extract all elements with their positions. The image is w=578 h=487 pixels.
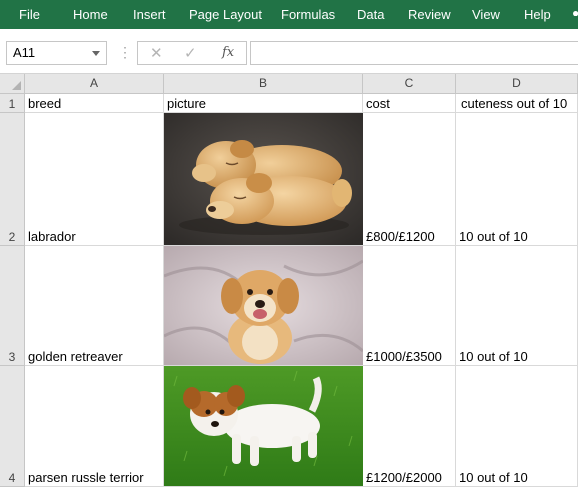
cell-a2[interactable]: labrador bbox=[25, 113, 164, 246]
cell-c3[interactable]: £1000/£3500 bbox=[363, 246, 456, 366]
cell-c2[interactable]: £800/£1200 bbox=[363, 113, 456, 246]
menu-insert[interactable]: Insert bbox=[133, 0, 166, 29]
cell-c1[interactable]: cost bbox=[363, 94, 456, 113]
cell-d3[interactable]: 10 out of 10 bbox=[456, 246, 578, 366]
menu-formulas[interactable]: Formulas bbox=[281, 0, 335, 29]
row-number: 1 bbox=[8, 97, 16, 111]
name-box-value: A11 bbox=[13, 45, 36, 60]
cell-a4[interactable]: parsen russle terrior bbox=[25, 366, 164, 487]
menu-home[interactable]: Home bbox=[73, 0, 108, 29]
row-header-2[interactable]: 2 bbox=[0, 113, 25, 246]
cell-a1[interactable]: breed bbox=[25, 94, 164, 113]
row-header-3[interactable]: 3 bbox=[0, 246, 25, 366]
cell-text: 10 out of 10 bbox=[459, 349, 528, 364]
cell-d2[interactable]: 10 out of 10 bbox=[456, 113, 578, 246]
golden-retriever-puppy-image[interactable] bbox=[164, 246, 363, 365]
cell-b1[interactable]: picture bbox=[164, 94, 363, 113]
cell-text: cost bbox=[366, 96, 390, 111]
name-box[interactable]: A11 bbox=[6, 41, 107, 65]
cell-text: picture bbox=[167, 96, 207, 111]
menu-data[interactable]: Data bbox=[357, 0, 384, 29]
column-header-a[interactable]: A bbox=[25, 74, 164, 94]
cell-text: golden retreaver bbox=[28, 349, 123, 364]
cell-d1[interactable]: cuteness out of 10 bbox=[456, 94, 578, 113]
menu-page-layout[interactable]: Page Layout bbox=[189, 0, 262, 29]
cell-text: cuteness out of 10 bbox=[461, 96, 568, 111]
cell-text: £1000/£3500 bbox=[366, 349, 442, 364]
row-header-1[interactable]: 1 bbox=[0, 94, 25, 113]
enter-check-icon[interactable]: ✓ bbox=[184, 44, 197, 62]
row-number: 4 bbox=[8, 471, 16, 485]
insert-function-icon[interactable]: fx bbox=[222, 45, 234, 60]
terrier-puppy-image[interactable] bbox=[164, 366, 363, 486]
menu-view[interactable]: View bbox=[472, 0, 500, 29]
menu-file[interactable]: File bbox=[19, 0, 40, 29]
row-header-4[interactable]: 4 bbox=[0, 366, 25, 487]
cell-a3[interactable]: golden retreaver bbox=[25, 246, 164, 366]
formula-bar: A11 ⋮ ✕ ✓ fx bbox=[0, 29, 578, 74]
row-number: 2 bbox=[8, 230, 16, 244]
drag-handle-icon[interactable]: ⋮ bbox=[118, 44, 132, 60]
select-all-triangle-icon bbox=[12, 81, 21, 90]
lightbulb-icon[interactable]: ● bbox=[572, 6, 578, 16]
cell-text: labrador bbox=[28, 229, 76, 244]
labrador-puppies-image[interactable] bbox=[164, 113, 363, 245]
cell-c4[interactable]: £1200/£2000 bbox=[363, 366, 456, 487]
cell-text: parsen russle terrior bbox=[28, 470, 144, 485]
cell-text: £1200/£2000 bbox=[366, 470, 442, 485]
ribbon-menu-bar: File Home Insert Page Layout Formulas Da… bbox=[0, 0, 578, 29]
cell-text: breed bbox=[28, 96, 62, 111]
formula-buttons: ✕ ✓ fx bbox=[137, 41, 247, 65]
column-header-c[interactable]: C bbox=[363, 74, 456, 94]
column-header-d[interactable]: D bbox=[456, 74, 578, 94]
menu-help[interactable]: Help bbox=[524, 0, 551, 29]
row-number: 3 bbox=[8, 350, 16, 364]
select-all-button[interactable] bbox=[0, 74, 25, 94]
chevron-down-icon[interactable] bbox=[92, 51, 100, 56]
cell-text: £800/£1200 bbox=[366, 229, 435, 244]
menu-review[interactable]: Review bbox=[408, 0, 451, 29]
cell-text: 10 out of 10 bbox=[459, 470, 528, 485]
column-header-b[interactable]: B bbox=[164, 74, 363, 94]
cell-d4[interactable]: 10 out of 10 bbox=[456, 366, 578, 487]
formula-input[interactable] bbox=[250, 41, 578, 65]
cancel-icon[interactable]: ✕ bbox=[150, 44, 163, 62]
cell-text: 10 out of 10 bbox=[459, 229, 528, 244]
